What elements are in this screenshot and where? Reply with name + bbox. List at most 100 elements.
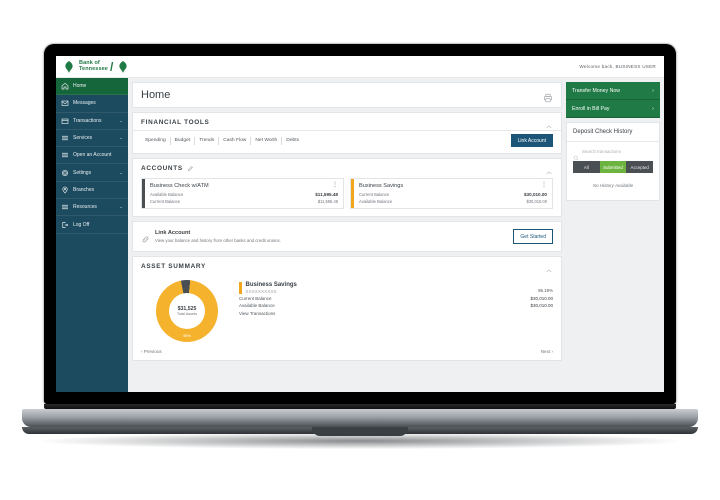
sidebar-label: Open an Account (73, 152, 112, 159)
logo-line-2: Tennessee (79, 65, 108, 72)
laptop-base (22, 409, 698, 427)
account-top: Business Savings ⋮ (359, 182, 547, 189)
sidebar-item-open-an-account[interactable]: Open an Account (56, 147, 128, 165)
balance-label: Current Balance (359, 191, 390, 197)
right-rail: Transfer Money Now › Enroll in Bill Pay … (566, 78, 664, 392)
print-icon[interactable] (543, 90, 553, 103)
enroll-bill-pay-button[interactable]: Enroll in Bill Pay › (566, 100, 660, 118)
tab-debts[interactable]: Debts (282, 137, 303, 145)
tab-net-worth[interactable]: Net Worth (251, 136, 283, 145)
get-started-button[interactable]: Get Started (513, 229, 553, 244)
sidebar-item-services[interactable]: Services ⌄ (56, 130, 128, 148)
card-icon (61, 117, 69, 125)
asset-summary-title: ASSET SUMMARY (141, 262, 206, 270)
collapse-chevron-icon[interactable] (545, 164, 553, 175)
app-body: Home Messages Transactions ⌄ Services ⌄ … (56, 78, 664, 392)
transfer-money-label: Transfer Money Now (572, 87, 620, 94)
asset-account-text: Business Savings XXXXXXXXXX (246, 282, 554, 294)
main-content: Home FINANCIAL TOOLS Spending Budget Tre… (128, 78, 566, 392)
tab-trends[interactable]: Trends (195, 136, 220, 145)
account-balance-row: Available Balance $30,010.00 (359, 199, 547, 204)
asset-summary-body: $31,525 Total Assets 95% Business Saving… (133, 274, 561, 344)
gear-icon (61, 169, 69, 177)
account-body: Business Check w/ATM ⋮ Available Balance… (145, 179, 343, 208)
sidebar-label: Log Off (73, 221, 90, 228)
list-icon (61, 203, 69, 211)
search-placeholder: Search transactions (582, 148, 621, 154)
asset-balance-label: Current Balance (239, 295, 272, 301)
sidebar-item-transactions[interactable]: Transactions ⌄ (56, 113, 128, 130)
asset-account-mask: XXXXXXXXXX (245, 289, 277, 294)
account-body: Business Savings ⋮ Current Balance $30,0… (354, 179, 552, 208)
balance-value: $30,010.00 (526, 199, 548, 204)
next-link[interactable]: Next › (541, 349, 553, 354)
link-account-text: Link Account View your balance and histo… (155, 230, 281, 243)
collapse-chevron-icon[interactable] (545, 118, 553, 129)
page-title: Home (141, 89, 171, 101)
sidebar-item-home[interactable]: Home (56, 78, 128, 96)
previous-link[interactable]: ‹ Previous (141, 349, 162, 354)
filter-submitted[interactable]: Submitted (599, 161, 627, 173)
tab-cash-flow[interactable]: Cash Flow (219, 136, 252, 145)
list-icon (61, 134, 69, 142)
account-card-savings[interactable]: Business Savings ⋮ Current Balance $30,0… (350, 178, 553, 209)
link-account-description: View your balance and history from other… (155, 237, 281, 243)
view-transactions-link[interactable]: View Transactions (239, 311, 553, 316)
edit-pencil-icon[interactable] (187, 165, 194, 172)
sidebar-label: Settings (73, 169, 92, 176)
transfer-money-button[interactable]: Transfer Money Now › (566, 82, 660, 100)
bank-logo[interactable]: Bank of Tennessee / (62, 60, 130, 74)
sidebar-item-log-off[interactable]: Log Off (56, 216, 128, 234)
sidebar-item-messages[interactable]: Messages (56, 95, 128, 113)
donut-center: $31,525 Total Assets (169, 293, 205, 329)
laptop-lid: Bank of Tennessee / Welcome back, BUSINE… (44, 44, 676, 404)
sidebar-label: Services (73, 135, 93, 142)
sidebar-item-resources[interactable]: Resources ⌄ (56, 199, 128, 217)
donut-arc-label: 95% (183, 334, 191, 338)
link-account-card: Link Account View your balance and histo… (132, 221, 562, 252)
donut-ring: $31,525 Total Assets 95% (156, 280, 218, 342)
tab-budget[interactable]: Budget (171, 136, 196, 145)
leaf-mark-left-icon (62, 60, 76, 74)
list-icon (61, 151, 69, 159)
sidebar-item-settings[interactable]: Settings ⌄ (56, 164, 128, 182)
search-icon (573, 148, 579, 161)
search-transactions-field[interactable]: Search transactions (567, 142, 659, 161)
chevron-down-icon: ⌄ (119, 117, 123, 123)
account-menu-icon[interactable]: ⋮ (541, 182, 547, 188)
chevron-down-icon: ⌄ (119, 204, 123, 210)
account-balance-row: Current Balance $30,010.00 (359, 192, 547, 197)
asset-balance-value: $30,010.00 (530, 303, 553, 308)
screenshot-stage: Bank of Tennessee / Welcome back, BUSINE… (0, 0, 720, 500)
asset-balance-row: Current Balance $30,010.00 (239, 296, 553, 301)
tab-spending[interactable]: Spending (141, 136, 171, 145)
envelope-icon (61, 99, 69, 107)
sidebar-label: Resources (73, 204, 97, 211)
leaf-mark-right-icon (116, 60, 130, 74)
account-balance-row: Current Balance $11,595.48 (150, 199, 338, 204)
link-chain-icon (141, 231, 150, 243)
sidebar-item-branches[interactable]: Branches (56, 182, 128, 200)
account-menu-icon[interactable]: ⋮ (332, 182, 338, 188)
laptop-shadow (40, 433, 680, 449)
asset-balance-row: Available Balance $30,010.00 (239, 303, 553, 308)
logout-icon (61, 221, 69, 229)
filter-accepted[interactable]: Accepted (626, 161, 653, 173)
chevron-down-icon: ⌄ (119, 169, 123, 175)
sidebar-label: Transactions (73, 117, 102, 124)
chevron-down-icon: ⌄ (119, 135, 123, 141)
balance-value: $11,595.48 (315, 191, 338, 197)
asset-account-head: Business Savings XXXXXXXXXX (239, 282, 553, 294)
balance-label: Available Balance (150, 191, 184, 197)
asset-stripe (239, 282, 242, 294)
filter-all[interactable]: All (573, 161, 600, 173)
financial-tools-card: FINANCIAL TOOLS Spending Budget Trends C… (132, 112, 562, 154)
account-balance-row: Available Balance $11,595.48 (150, 192, 338, 197)
balance-value: $11,595.48 (317, 199, 338, 204)
collapse-chevron-icon[interactable] (545, 262, 553, 273)
financial-tools-title: FINANCIAL TOOLS (141, 118, 210, 126)
donut-total-label: Total Assets (176, 312, 198, 317)
asset-detail: Business Savings XXXXXXXXXX 95.19% Curre… (239, 278, 553, 342)
account-card-checking[interactable]: Business Check w/ATM ⋮ Available Balance… (141, 178, 344, 209)
link-account-button[interactable]: Link Account (510, 134, 553, 147)
